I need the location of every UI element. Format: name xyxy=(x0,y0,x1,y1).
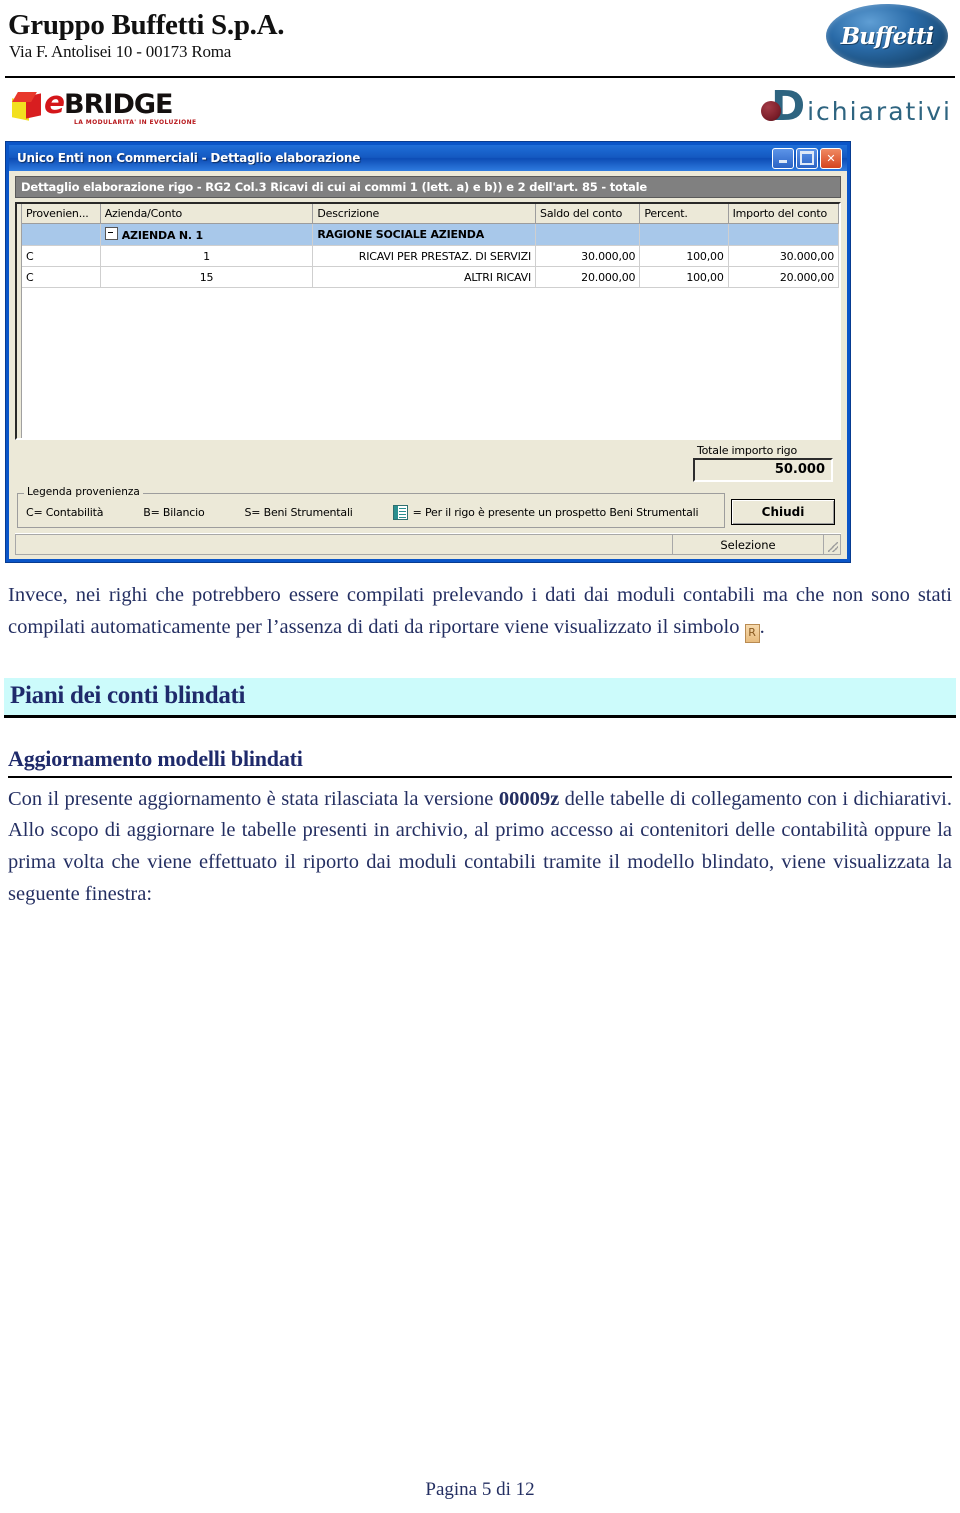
cell-saldo: 20.000,00 xyxy=(535,266,641,288)
column-header-descrizione[interactable]: Descrizione xyxy=(312,204,537,224)
aggiornamento-text-1: Con il presente aggiornamento è stata ri… xyxy=(8,787,499,810)
legend-item-beni-strumentali: S= Beni Strumentali xyxy=(244,506,353,519)
legend-title: Legenda provenienza xyxy=(24,486,143,498)
detail-grid-container: Provenien... Azienda/Conto Descrizione S… xyxy=(15,202,841,440)
aggiornamento-paragraph: Con il presente aggiornamento è stata ri… xyxy=(8,784,952,911)
minimize-icon xyxy=(779,159,787,163)
cell-provenienza: C xyxy=(22,245,101,267)
table-row[interactable]: C 1 RICAVI PER PRESTAZ. DI SERVIZI 30.00… xyxy=(22,245,840,267)
column-header-saldo-del-conto[interactable]: Saldo del conto xyxy=(535,204,641,224)
table-row[interactable]: C 15 ALTRI RICAVI 20.000,00 100,00 20.00… xyxy=(22,266,840,288)
cell-provenienza xyxy=(22,223,101,246)
column-header-importo-del-conto[interactable]: Importo del conto xyxy=(728,204,840,224)
cell-percent: 100,00 xyxy=(639,245,729,267)
section-heading-piani-dei-conti-blindati: Piani dei conti blindati xyxy=(4,677,956,718)
intro-paragraph-text-2: . xyxy=(759,615,765,638)
sphere-icon xyxy=(761,100,782,121)
dettaglio-elaborazione-window: Unico Enti non Commerciali - Dettaglio e… xyxy=(6,142,850,562)
window-title-bar: Unico Enti non Commerciali - Dettaglio e… xyxy=(9,142,847,171)
ebridge-logo: eBRIDGE LA MODULARITA' IN EVOLUZIONE xyxy=(12,88,197,126)
subsection-heading-aggiornamento-modelli-blindati: Aggiornamento modelli blindati xyxy=(8,746,952,778)
maximize-icon xyxy=(800,151,814,165)
buffetti-logo-text: Buffetti xyxy=(840,22,935,50)
grid-empty-area xyxy=(22,288,839,438)
grid-header-row: Provenien... Azienda/Conto Descrizione S… xyxy=(22,204,840,224)
cell-azienda-conto: AZIENDA N. 1 xyxy=(100,223,314,246)
status-bar-message xyxy=(15,534,672,555)
intro-paragraph-text-1: Invece, nei righi che potrebbero essere … xyxy=(8,584,952,638)
page-header: Gruppo Buffetti S.p.A. Via F. Antolisei … xyxy=(0,0,960,86)
chiudi-button[interactable]: Chiudi xyxy=(731,499,835,525)
cell-saldo xyxy=(535,223,641,246)
column-header-percent[interactable]: Percent. xyxy=(639,204,729,224)
page-footer: Pagina 5 di 12 xyxy=(425,1479,535,1500)
screenshot-figure: Unico Enti non Commerciali - Dettaglio e… xyxy=(6,142,850,562)
cell-descrizione: ALTRI RICAVI xyxy=(312,266,537,288)
legend-item-prospetto: = Per il rigo è presente un prospetto Be… xyxy=(392,505,699,520)
r-symbol-icon: R xyxy=(744,623,760,643)
cell-descrizione: RICAVI PER PRESTAZ. DI SERVIZI xyxy=(312,245,537,267)
legend-item-prospetto-label: = Per il rigo è presente un prospetto Be… xyxy=(412,506,699,519)
legend-item-bilancio: B= Bilancio xyxy=(143,506,205,519)
header-divider xyxy=(5,76,955,78)
detail-subtitle: Dettaglio elaborazione rigo - RG2 Col.3 … xyxy=(15,176,841,198)
status-bar-selection: Selezione xyxy=(672,534,824,555)
cell-saldo: 30.000,00 xyxy=(535,245,641,267)
column-header-provenienza[interactable]: Provenien... xyxy=(22,204,101,224)
ebridge-tagline: LA MODULARITA' IN EVOLUZIONE xyxy=(74,119,197,126)
legend-panel: Legenda provenienza C= Contabilità B= Bi… xyxy=(17,486,725,528)
total-label: Totale importo rigo xyxy=(697,444,797,457)
cell-provenienza: C xyxy=(22,266,101,288)
company-address: Via F. Antolisei 10 - 00173 Roma xyxy=(9,42,232,62)
cell-descrizione: RAGIONE SOCIALE AZIENDA xyxy=(312,223,537,246)
ebridge-logo-e: e xyxy=(44,85,65,121)
resize-grip-icon[interactable] xyxy=(824,534,841,555)
group-label: AZIENDA N. 1 xyxy=(121,229,203,242)
total-area: Totale importo rigo 50.000 xyxy=(15,440,841,485)
buffetti-logo: Buffetti xyxy=(826,4,948,68)
prospetto-list-icon xyxy=(392,505,408,520)
legend-and-actions: Legenda provenienza C= Contabilità B= Bi… xyxy=(15,485,841,528)
cell-importo: 30.000,00 xyxy=(728,245,840,267)
minimize-button[interactable] xyxy=(772,147,794,169)
window-body: Dettaglio elaborazione rigo - RG2 Col.3 … xyxy=(9,171,847,559)
status-bar: Selezione xyxy=(15,533,841,555)
ebridge-logo-bridge: BRIDGE xyxy=(64,89,173,120)
table-row-group[interactable]: AZIENDA N. 1 RAGIONE SOCIALE AZIENDA xyxy=(22,223,840,246)
detail-grid: Provenien... Azienda/Conto Descrizione S… xyxy=(22,204,840,288)
cell-importo: 20.000,00 xyxy=(728,266,840,288)
column-header-azienda-conto[interactable]: Azienda/Conto xyxy=(100,204,314,224)
total-value: 50.000 xyxy=(693,458,833,482)
company-name: Gruppo Buffetti S.p.A. xyxy=(8,9,285,41)
cell-percent xyxy=(639,223,729,246)
intro-paragraph: Invece, nei righi che potrebbero essere … xyxy=(8,580,952,644)
legend-item-contabilita: C= Contabilità xyxy=(26,506,104,519)
collapse-icon[interactable] xyxy=(104,227,118,240)
cell-azienda-conto: 15 xyxy=(100,266,314,288)
maximize-button[interactable] xyxy=(796,147,818,169)
close-button[interactable]: ✕ xyxy=(820,147,842,169)
dichiarativi-label: ichiarativi xyxy=(807,97,952,126)
window-title: Unico Enti non Commerciali - Dettaglio e… xyxy=(17,151,361,165)
version-number: 00009z xyxy=(498,787,560,810)
cell-azienda-conto: 1 xyxy=(100,245,314,267)
cube-icon xyxy=(12,92,42,122)
cell-importo xyxy=(728,223,840,246)
brand-logo-row: eBRIDGE LA MODULARITA' IN EVOLUZIONE D i… xyxy=(0,86,960,138)
window-controls: ✕ xyxy=(772,147,845,169)
dichiarativi-logo: D ichiarativi xyxy=(761,86,952,127)
cell-percent: 100,00 xyxy=(639,266,729,288)
